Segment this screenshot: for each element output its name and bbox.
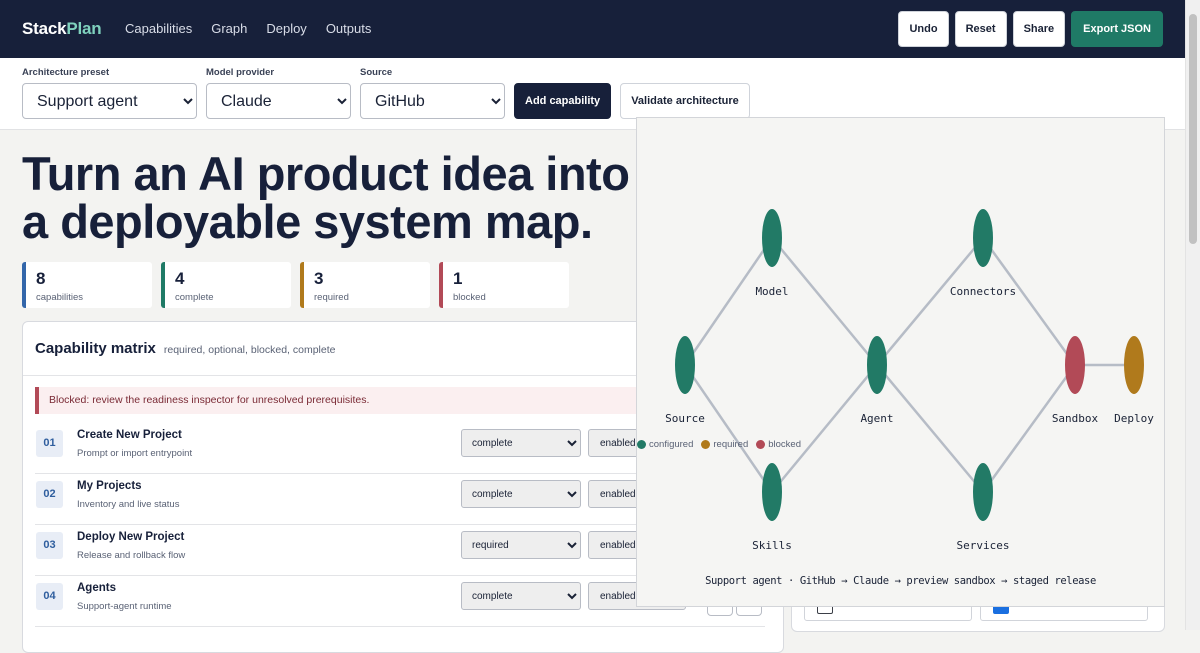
stat-capabilities: 8 capabilities <box>22 262 152 308</box>
row-state-select[interactable]: complete <box>461 429 581 457</box>
stat-value: 4 <box>175 269 185 288</box>
row-title: Deploy New Project <box>77 531 185 543</box>
graph-edge-source-skills <box>683 364 774 493</box>
toolbar-actions: Undo Reset Share Export JSON <box>898 11 1163 47</box>
graph-node-label-agent: Agent <box>860 412 893 425</box>
graph-edge-model-agent <box>771 237 878 366</box>
graph-node-label-model: Model <box>755 285 788 298</box>
graph-node-connectors[interactable] <box>973 209 993 267</box>
graph-node-label-connectors: Connectors <box>950 285 1016 298</box>
top-navigation-bar: StackPlan Capabilities Graph Deploy Outp… <box>0 0 1186 58</box>
graph-node-deploy[interactable] <box>1124 336 1144 394</box>
stat-label: required <box>314 292 349 303</box>
row-description: Prompt or import entrypoint <box>77 448 193 459</box>
brand-name-part1: Stack <box>22 19 67 38</box>
stat-label: blocked <box>453 292 486 303</box>
architecture-preset-select[interactable]: Support agent <box>22 83 197 119</box>
legend-item-configured: configured <box>637 439 693 450</box>
graph-edge-connectors-sandbox <box>981 237 1077 366</box>
legend-label-blocked: blocked <box>768 439 801 450</box>
hero-title: Turn an AI product idea into a deployable… <box>22 147 630 248</box>
graph-edge-agent-services <box>876 364 984 493</box>
row-description: Release and rollback flow <box>77 550 186 561</box>
main-nav: Capabilities Graph Deploy Outputs <box>125 21 371 36</box>
stat-complete: 4 complete <box>161 262 291 308</box>
validate-architecture-button[interactable]: Validate architecture <box>620 83 750 119</box>
stat-required: 3 required <box>300 262 430 308</box>
add-capability-button[interactable]: Add capability <box>514 83 612 119</box>
legend-label-required: required <box>713 439 749 450</box>
legend-dot-configured <box>637 440 646 449</box>
nav-link-graph[interactable]: Graph <box>211 21 247 36</box>
share-button[interactable]: Share <box>1012 11 1066 47</box>
stat-value: 8 <box>36 269 46 288</box>
model-provider-select[interactable]: Claude <box>206 83 351 119</box>
stat-blocked: 1 blocked <box>439 262 569 308</box>
source-label: Source <box>360 67 393 78</box>
model-label: Model provider <box>206 67 275 78</box>
reset-button[interactable]: Reset <box>954 11 1007 47</box>
legend-item-required: required <box>701 439 748 450</box>
graph-node-label-deploy: Deploy <box>1114 412 1154 425</box>
export-json-button[interactable]: Export JSON <box>1071 11 1163 47</box>
row-state-select[interactable]: complete <box>461 480 581 508</box>
page-scrollbar[interactable] <box>1185 0 1200 630</box>
system-graph: Model Connectors Source Agent Sandbox Deploy S… <box>665 209 1154 552</box>
graph-legend: configured required blocked <box>637 439 801 450</box>
undo-button[interactable]: Undo <box>898 11 949 47</box>
row-state-select[interactable]: required <box>461 531 581 559</box>
stat-label: complete <box>175 292 214 303</box>
nav-link-outputs[interactable]: Outputs <box>326 21 372 36</box>
hero-line-1: Turn an AI product idea into <box>22 147 630 200</box>
model-control: Model provider Claude <box>206 67 351 119</box>
graph-edge-source-model <box>683 237 774 366</box>
preset-control: Architecture preset Support agent <box>22 67 197 119</box>
legend-dot-blocked <box>756 440 766 449</box>
graph-node-agent[interactable] <box>867 336 887 394</box>
preset-label: Architecture preset <box>22 67 110 78</box>
row-title: Agents <box>77 582 116 594</box>
source-control: Source GitHub <box>360 67 505 119</box>
graph-caption: Support agent · GitHub → Claude → previe… <box>705 575 1096 587</box>
graph-node-services[interactable] <box>973 463 993 521</box>
row-index-badge: 02 <box>36 481 63 508</box>
summary-stats: 8 capabilities 4 complete 3 required 1 b… <box>22 262 569 308</box>
row-title: Create New Project <box>77 429 182 441</box>
nav-link-capabilities[interactable]: Capabilities <box>125 21 192 36</box>
system-graph-panel: Model Connectors Source Agent Sandbox Deploy S… <box>636 117 1165 607</box>
source-select[interactable]: GitHub <box>360 83 505 119</box>
graph-edge-skills-agent <box>771 364 878 493</box>
graph-node-model[interactable] <box>762 209 782 267</box>
graph-edge-services-sandbox <box>981 364 1077 493</box>
stat-label: capabilities <box>36 292 83 303</box>
graph-node-label-source: Source <box>665 412 705 425</box>
row-title: My Projects <box>77 480 142 492</box>
row-description: Support-agent runtime <box>77 601 172 612</box>
graph-node-label-services: Services <box>957 539 1010 552</box>
brand-name-part2: Plan <box>66 19 102 38</box>
stat-value: 3 <box>314 269 324 288</box>
graph-node-sandbox[interactable] <box>1065 336 1085 394</box>
stat-value: 1 <box>453 269 463 288</box>
legend-dot-required <box>701 440 711 449</box>
graph-node-label-sandbox: Sandbox <box>1052 412 1099 425</box>
brand-logo[interactable]: StackPlan <box>22 19 102 39</box>
graph-edge-agent-connectors <box>876 237 984 366</box>
graph-node-label-skills: Skills <box>752 539 792 552</box>
graph-node-skills[interactable] <box>762 463 782 521</box>
nav-link-deploy[interactable]: Deploy <box>266 21 306 36</box>
legend-label-configured: configured <box>649 439 694 450</box>
matrix-subtitle: required, optional, blocked, complete <box>163 343 336 356</box>
row-index-badge: 04 <box>36 583 63 610</box>
row-state-select[interactable]: complete <box>461 582 581 610</box>
row-index-badge: 03 <box>36 532 63 559</box>
hero-line-2: a deployable system map. <box>22 195 593 248</box>
row-description: Inventory and live status <box>77 499 180 510</box>
legend-item-blocked: blocked <box>756 439 801 450</box>
scrollbar-thumb[interactable] <box>1189 14 1197 244</box>
matrix-title: Capability matrix <box>35 340 156 357</box>
row-index-badge: 01 <box>36 430 63 457</box>
graph-node-source[interactable] <box>675 336 695 394</box>
